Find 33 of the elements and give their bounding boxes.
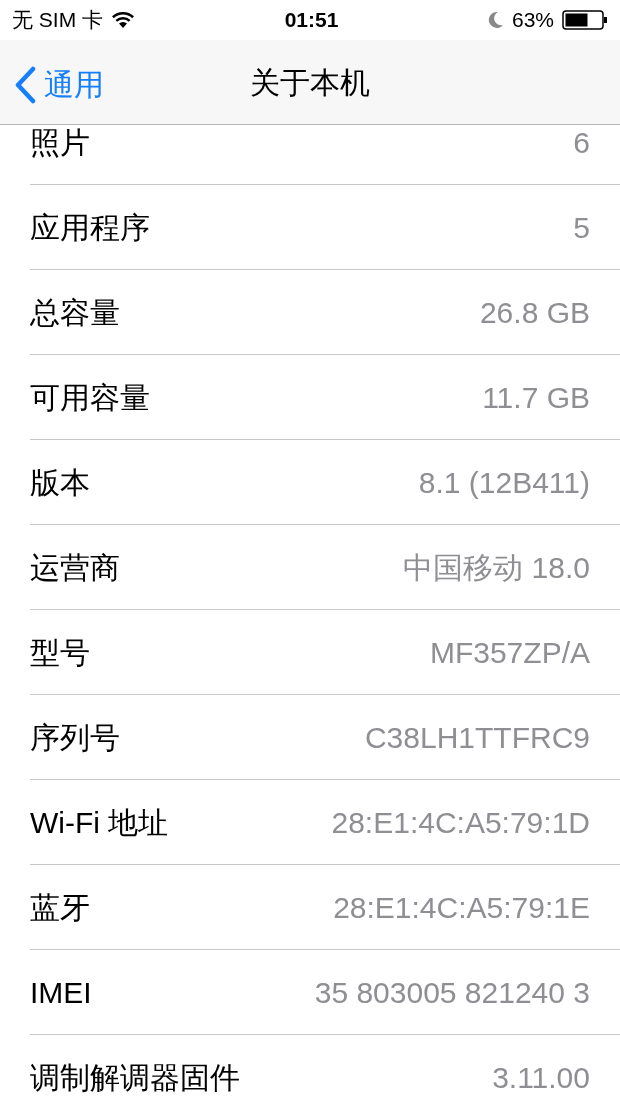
row-label: 照片 [30,125,90,161]
row-value: 26.8 GB [479,294,590,331]
row-value: 中国移动 18.0 [403,549,590,586]
row-value: 5 [573,209,590,246]
row-label: 版本 [30,464,90,501]
row-label: 序列号 [30,719,120,756]
carrier-text: 无 SIM 卡 [12,7,103,34]
row-label: 调制解调器固件 [30,1059,240,1096]
row-label: 型号 [30,634,90,671]
row-value: 3.11.00 [492,1059,590,1096]
row-value: 8.1 (12B411) [418,464,590,501]
row-value: 11.7 GB [482,379,590,416]
row-label: IMEI [30,974,92,1011]
row-value: 35 803005 821240 3 [314,974,590,1011]
moon-icon [487,11,504,29]
battery-icon [562,10,608,30]
row-value: MF357ZP/A [429,634,590,671]
row-label: Wi-Fi 地址 [30,804,169,841]
row-label: 运营商 [30,549,120,586]
row-value: 28:E1:4C:A5:79:1E [333,889,590,926]
wifi-icon [111,11,135,29]
row-value: 6 [573,125,590,161]
row-label: 应用程序 [30,209,150,246]
back-button[interactable]: 通用 [14,62,104,107]
back-chevron-icon [14,65,36,104]
row-label: 可用容量 [30,379,150,416]
row-value: C38LH1TTFRC9 [364,719,590,756]
time-text: 01:51 [284,7,339,34]
row-label: 蓝牙 [30,889,90,926]
battery-percent: 63% [511,7,554,34]
page-title: 关于本机 [250,64,370,101]
row-value: 28:E1:4C:A5:79:1D [331,804,590,841]
row-label: 总容量 [30,294,120,331]
